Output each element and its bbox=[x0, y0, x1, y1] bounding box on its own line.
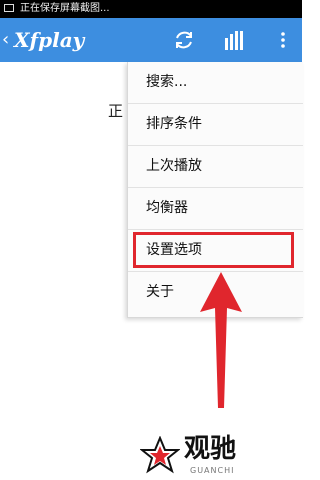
screenshot-icon bbox=[4, 4, 14, 12]
watermark: 观驰 GUANCHI bbox=[100, 428, 302, 480]
watermark-sub: GUANCHI bbox=[190, 466, 235, 475]
up-arrow-icon bbox=[200, 272, 242, 408]
equalizer-bars-icon[interactable] bbox=[222, 28, 246, 52]
status-text: 正在保存屏幕截图... bbox=[20, 3, 110, 14]
refresh-icon[interactable] bbox=[172, 28, 196, 52]
background-status-text: 正 bbox=[108, 102, 124, 120]
menu-item-search[interactable]: 搜索... bbox=[128, 62, 303, 102]
more-vert-icon[interactable] bbox=[278, 28, 288, 52]
status-bar: 正在保存屏幕截图... bbox=[0, 0, 302, 18]
menu-item-sort[interactable]: 排序条件 bbox=[128, 104, 303, 144]
star-logo-icon bbox=[140, 436, 180, 474]
menu-item-last-played[interactable]: 上次播放 bbox=[128, 146, 303, 186]
watermark-brand: 观驰 bbox=[184, 434, 237, 464]
menu-item-equalizer[interactable]: 均衡器 bbox=[128, 188, 303, 228]
settings-highlight-box bbox=[133, 232, 294, 268]
app-title: Xfplay bbox=[14, 28, 85, 52]
back-icon[interactable]: ‹ bbox=[2, 30, 14, 50]
app-bar: ‹ Xfplay bbox=[0, 18, 302, 62]
